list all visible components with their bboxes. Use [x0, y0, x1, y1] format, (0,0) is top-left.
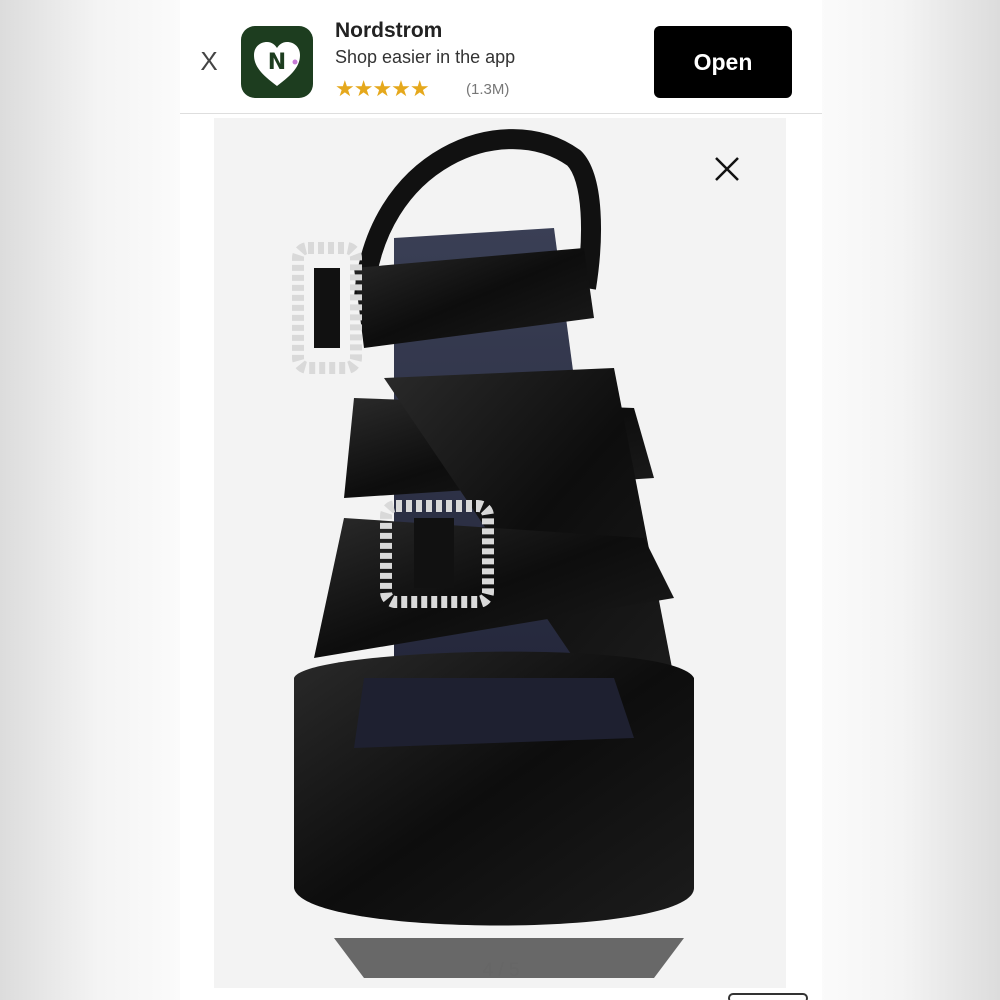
- background-right: [820, 0, 1000, 1000]
- rating-stars: ★★★★★: [335, 76, 430, 101]
- partial-button[interactable]: [728, 993, 808, 1000]
- app-subtitle: Shop easier in the app: [335, 47, 516, 67]
- app-name: Nordstrom: [335, 19, 443, 42]
- app-icon[interactable]: N: [241, 26, 313, 98]
- background-left: [0, 0, 180, 1000]
- banner-close-button[interactable]: X: [196, 48, 222, 74]
- smart-app-banner: X N Nordstrom Shop easier in the app ★★★…: [180, 0, 822, 114]
- phone-screen: X N Nordstrom Shop easier in the app ★★★…: [180, 0, 822, 1000]
- buckle-upper: [292, 242, 362, 374]
- app-icon-letter: N: [268, 50, 286, 75]
- heart-logo-icon: N: [254, 42, 300, 86]
- image-counter: 4 / 5: [482, 960, 520, 981]
- product-image: [292, 129, 694, 978]
- close-icon[interactable]: [712, 154, 742, 184]
- rating-count: (1.3M): [466, 81, 510, 98]
- open-app-button[interactable]: Open: [654, 26, 792, 98]
- product-image-viewer[interactable]: [214, 118, 786, 988]
